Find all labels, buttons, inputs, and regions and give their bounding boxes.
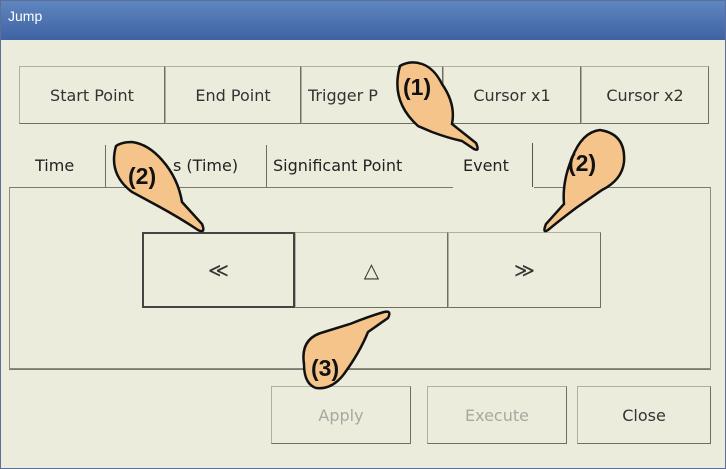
- tab-time[interactable]: Time: [35, 143, 99, 187]
- callout-label: (2): [128, 163, 157, 189]
- cursor-x2-button[interactable]: Cursor x2: [581, 66, 709, 124]
- title-bar: Jump: [1, 1, 725, 40]
- close-button[interactable]: Close: [577, 386, 711, 444]
- callout-label: (2): [568, 150, 597, 176]
- pointing-hand-icon: [396, 61, 479, 151]
- pointing-hand-icon: [302, 310, 391, 390]
- end-point-button[interactable]: End Point: [165, 66, 301, 124]
- execute-button[interactable]: Execute: [427, 386, 567, 444]
- window-title: Jump: [8, 8, 43, 24]
- tab-separator: [266, 145, 267, 187]
- center-event-button[interactable]: △: [295, 232, 448, 308]
- pointing-hand-icon: [112, 140, 205, 233]
- start-point-button[interactable]: Start Point: [19, 66, 165, 124]
- next-event-button[interactable]: ≫: [448, 232, 601, 308]
- callout-label: (1): [403, 74, 432, 100]
- pointing-hand-icon: [543, 128, 626, 233]
- callout-label: (3): [311, 355, 340, 381]
